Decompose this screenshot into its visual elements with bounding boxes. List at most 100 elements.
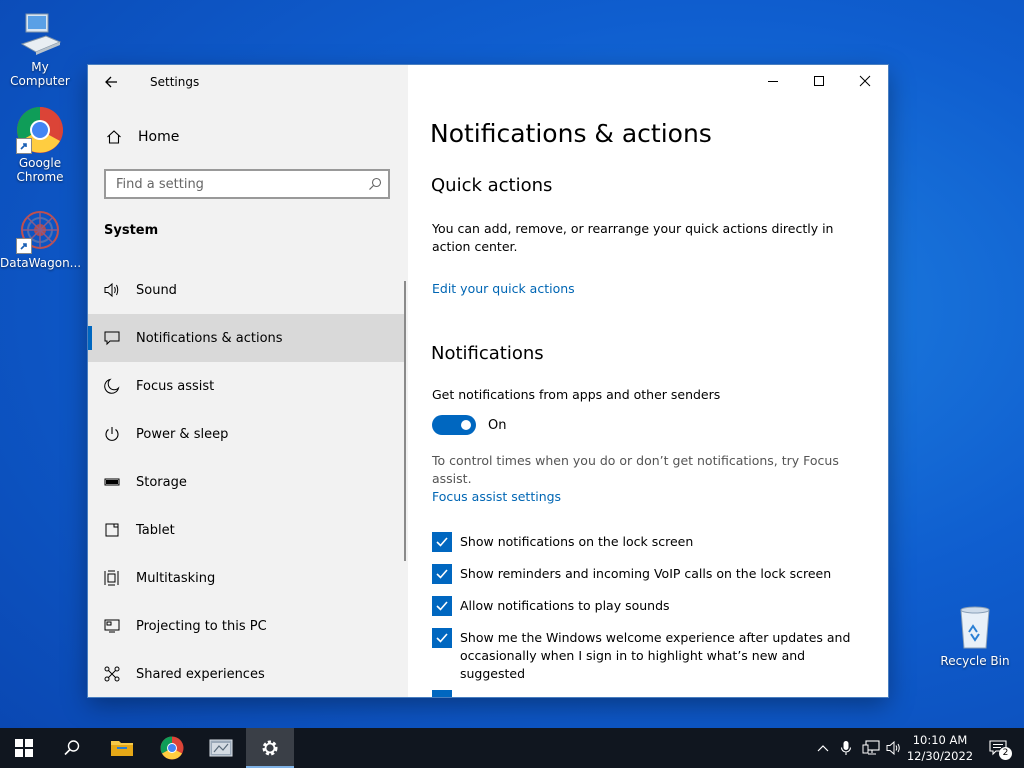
desktop-icon-label: Google Chrome	[16, 156, 64, 184]
sidebar-item-label: Power & sleep	[136, 426, 229, 442]
chrome-icon	[16, 106, 64, 154]
toggle-knob	[461, 420, 471, 430]
multitasking-icon	[88, 570, 136, 586]
windows-logo-icon	[15, 739, 33, 757]
chrome-icon	[160, 736, 184, 760]
sidebar-item-tablet[interactable]: Tablet	[88, 506, 406, 554]
section-title: System	[104, 223, 159, 238]
show-hidden-icons-button[interactable]	[812, 728, 834, 768]
desktop-icon-recycle-bin[interactable]: Recycle Bin	[935, 604, 1015, 668]
back-button[interactable]	[88, 65, 134, 99]
microphone-button[interactable]	[836, 728, 856, 768]
notifications-toggle[interactable]	[432, 415, 476, 435]
toggle-state-label: On	[488, 417, 507, 433]
checkbox-checked[interactable]	[432, 690, 452, 697]
notifications-toggle-row: On	[432, 415, 506, 435]
focus-assist-hint: To control times when you do or don’t ge…	[432, 453, 839, 486]
minimize-button[interactable]	[750, 65, 796, 97]
sidebar-item-notifications-actions[interactable]: Notifications & actions	[88, 314, 406, 362]
desktop-icon-datawagon[interactable]: DataWagon...	[0, 206, 82, 270]
home-nav-item[interactable]: Home	[88, 117, 408, 157]
focus-assist-settings-link[interactable]: Focus assist settings	[432, 489, 561, 504]
clock-date: 12/30/2022	[906, 749, 974, 763]
checkmark-icon	[436, 633, 448, 643]
sidebar-item-projecting[interactable]: Projecting to this PC	[88, 602, 406, 650]
desktop-icon-label: Recycle Bin	[940, 654, 1010, 668]
checkbox-label: Show me the Windows welcome experience a…	[460, 630, 851, 681]
back-arrow-icon	[105, 76, 117, 88]
close-icon	[859, 75, 871, 87]
checkbox-checked[interactable]	[432, 564, 452, 584]
desktop-icon-label: My Computer	[10, 60, 70, 88]
sidebar-item-storage[interactable]: Storage	[88, 458, 406, 506]
start-button[interactable]	[0, 728, 48, 768]
shortcut-arrow-icon	[16, 238, 32, 254]
sidebar-item-label: Tablet	[136, 522, 175, 538]
microphone-icon	[840, 741, 852, 755]
sidebar-item-focus-assist[interactable]: Focus assist	[88, 362, 406, 410]
search-button[interactable]	[48, 728, 96, 768]
home-label: Home	[138, 129, 180, 145]
checkbox-row-partial[interactable]	[432, 690, 862, 697]
sidebar-scrollbar[interactable]	[404, 281, 406, 561]
checkbox-row[interactable]: Show reminders and incoming VoIP calls o…	[432, 564, 862, 584]
checkbox-checked[interactable]	[432, 596, 452, 616]
home-icon	[88, 129, 138, 145]
computer-icon	[16, 10, 64, 58]
checkmark-icon	[436, 537, 448, 547]
checkmark-icon	[436, 601, 448, 611]
folder-icon	[111, 741, 133, 756]
checkbox-checked[interactable]	[432, 628, 452, 648]
taskbar-app[interactable]	[197, 728, 245, 768]
power-icon	[88, 426, 136, 442]
desktop-icon-label: DataWagon...	[0, 256, 82, 270]
action-center-button[interactable]: 2	[978, 728, 1018, 768]
desktop-icon-google-chrome[interactable]: Google Chrome	[0, 106, 80, 184]
sidebar-item-label: Multitasking	[136, 570, 216, 586]
page-title: Notifications & actions	[430, 119, 712, 148]
settings-window: Settings Home System Sound	[88, 65, 888, 697]
search-box[interactable]	[104, 169, 390, 199]
sidebar-item-label: Focus assist	[136, 378, 215, 394]
notifications-heading: Notifications	[431, 343, 544, 364]
projector-icon	[88, 618, 136, 634]
network-button[interactable]	[860, 728, 882, 768]
edit-quick-actions-link[interactable]: Edit your quick actions	[432, 281, 575, 296]
notification-count-badge: 2	[999, 747, 1012, 760]
taskbar-clock[interactable]: 10:10 AM 12/30/2022	[900, 732, 980, 764]
checkbox-row[interactable]: Show me the Windows welcome experience a…	[432, 628, 862, 683]
sidebar-item-multitasking[interactable]: Multitasking	[88, 554, 406, 602]
sidebar-item-power-sleep[interactable]: Power & sleep	[88, 410, 406, 458]
settings-sidebar: Settings Home System Sound	[88, 65, 408, 697]
checkbox-row[interactable]: Allow notifications to play sounds	[432, 596, 862, 616]
checkbox-label: Show notifications on the lock screen	[460, 534, 694, 549]
tablet-icon	[88, 522, 136, 538]
checkbox-label: Show reminders and incoming VoIP calls o…	[460, 566, 832, 581]
settings-content: Notifications & actions Quick actions Yo…	[408, 65, 888, 697]
sidebar-item-label: Storage	[136, 474, 187, 490]
shortcut-arrow-icon	[16, 138, 32, 154]
sidebar-item-label: Notifications & actions	[136, 330, 283, 346]
app-title: Settings	[150, 75, 200, 89]
sidebar-item-shared-experiences[interactable]: Shared experiences	[88, 650, 406, 697]
sidebar-item-sound[interactable]: Sound	[88, 266, 406, 314]
desktop-icon-my-computer[interactable]: My Computer	[0, 10, 80, 88]
search-input[interactable]	[106, 175, 362, 193]
quick-actions-heading: Quick actions	[431, 175, 553, 196]
taskbar-settings[interactable]	[246, 728, 294, 768]
search-icon	[64, 740, 80, 756]
taskbar-chrome[interactable]	[148, 728, 196, 768]
maximize-icon	[814, 76, 824, 86]
message-icon	[88, 330, 136, 346]
recycle-bin-icon	[951, 604, 999, 652]
checkbox-checked[interactable]	[432, 532, 452, 552]
search-icon[interactable]	[362, 177, 388, 191]
quick-actions-description: You can add, remove, or rearrange your q…	[432, 221, 834, 254]
close-button[interactable]	[842, 65, 888, 97]
app-window-icon	[209, 739, 233, 757]
sidebar-item-label: Shared experiences	[136, 666, 265, 682]
checkbox-row[interactable]: Show notifications on the lock screen	[432, 532, 862, 552]
sidebar-item-label: Sound	[136, 282, 177, 298]
maximize-button[interactable]	[796, 65, 842, 97]
taskbar-file-explorer[interactable]	[98, 728, 146, 768]
